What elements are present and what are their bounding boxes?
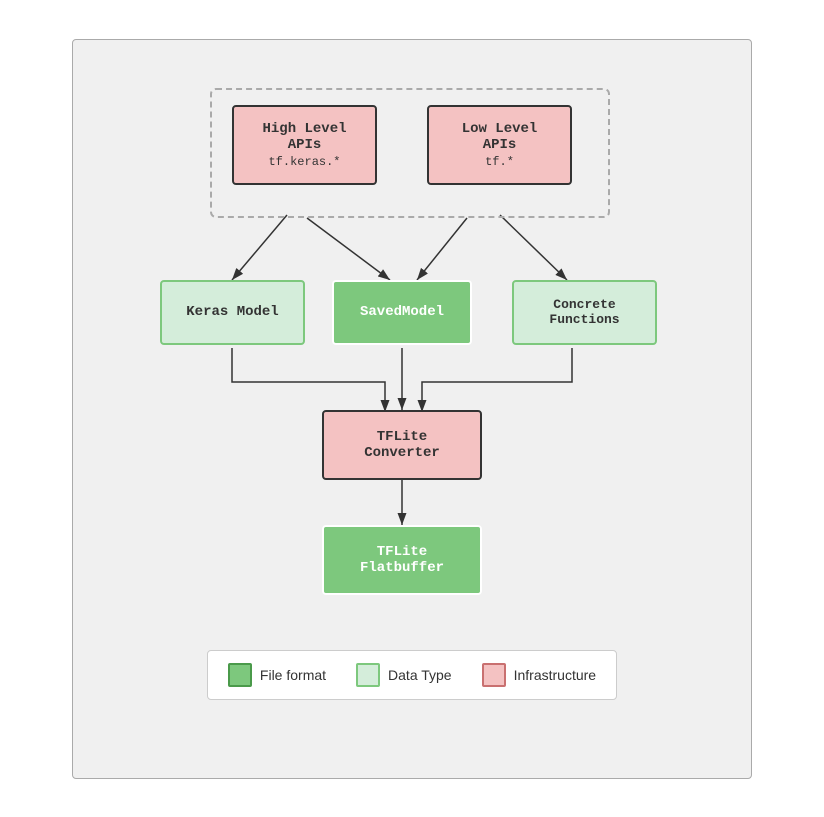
legend-file-format-swatch (228, 663, 252, 687)
high-level-api-box: High Level APIs tf.keras.* (232, 105, 377, 185)
saved-model-box: SavedModel (332, 280, 472, 345)
legend-infrastructure-swatch (482, 663, 506, 687)
low-level-api-sublabel: tf.* (485, 155, 514, 169)
legend-file-format: File format (228, 663, 326, 687)
legend: File format Data Type Infrastructure (207, 650, 617, 700)
low-level-api-label: Low Level APIs (441, 121, 558, 153)
legend-infrastructure: Infrastructure (482, 663, 596, 687)
legend-file-format-label: File format (260, 667, 326, 683)
low-level-api-box: Low Level APIs tf.* (427, 105, 572, 185)
tflite-converter-label: TFLite Converter (336, 429, 468, 461)
legend-data-type-label: Data Type (388, 667, 452, 683)
tflite-converter-box: TFLite Converter (322, 410, 482, 480)
main-container: High Level APIs tf.keras.* Low Level API… (72, 39, 752, 779)
saved-model-label: SavedModel (360, 304, 444, 320)
concrete-functions-label: Concrete Functions (526, 297, 643, 327)
keras-model-label: Keras Model (186, 304, 278, 320)
diagram-area: High Level APIs tf.keras.* Low Level API… (132, 70, 692, 630)
tflite-flatbuffer-box: TFLite Flatbuffer (322, 525, 482, 595)
legend-data-type-swatch (356, 663, 380, 687)
keras-model-box: Keras Model (160, 280, 305, 345)
high-level-api-sublabel: tf.keras.* (268, 155, 340, 169)
legend-data-type: Data Type (356, 663, 452, 687)
legend-infrastructure-label: Infrastructure (514, 667, 596, 683)
tflite-flatbuffer-label: TFLite Flatbuffer (336, 544, 468, 576)
concrete-functions-box: Concrete Functions (512, 280, 657, 345)
high-level-api-label: High Level APIs (246, 121, 363, 153)
